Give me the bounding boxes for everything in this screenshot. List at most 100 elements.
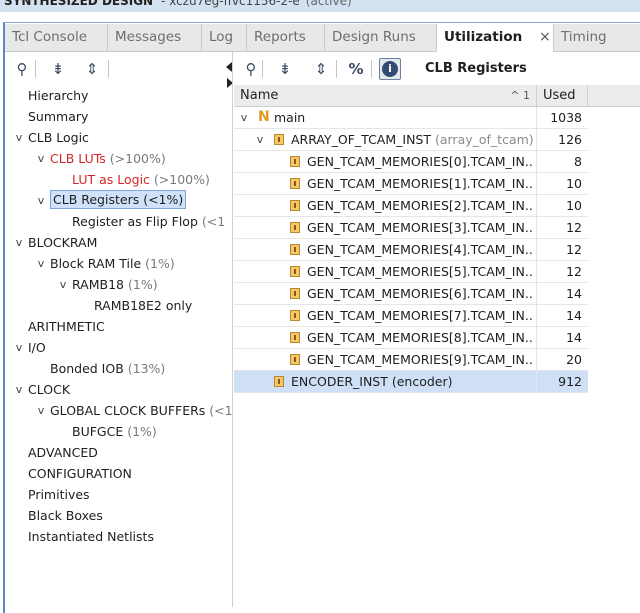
sort-ascending-icon: ^ 1 — [510, 89, 530, 102]
row-name: GEN_TCAM_MEMORIES[0].TCAM_IN... — [307, 154, 532, 169]
tree-item-lut-as-logic[interactable]: LUT as Logic (>100%) — [72, 170, 210, 189]
table-row[interactable]: v ARRAY_OF_TCAM_INST (array_of_tcam) 126 — [234, 129, 588, 151]
search-icon[interactable]: ⚲ — [11, 58, 33, 80]
tab-tcl-console[interactable]: Tcl Console — [5, 24, 108, 51]
table-row[interactable]: GEN_TCAM_MEMORIES[9].TCAM_IN... 20 — [234, 349, 588, 371]
expand-all-icon[interactable]: ⇕ — [81, 58, 103, 80]
info-button[interactable]: i — [379, 58, 401, 80]
expand-all-icon[interactable]: ⇕ — [310, 58, 332, 80]
row-used: 20 — [536, 349, 586, 370]
tree-item-bufgce[interactable]: BUFGCE (1%) — [72, 422, 157, 441]
instance-icon — [290, 244, 300, 255]
tree-item-bonded-iob[interactable]: Bonded IOB (13%) — [50, 359, 165, 378]
tree-item-ramb18e2-only[interactable]: RAMB18E2 only — [94, 296, 192, 315]
table-row[interactable]: GEN_TCAM_MEMORIES[1].TCAM_IN... 10 — [234, 173, 588, 195]
window-title: SYNTHESIZED DESIGN - xczu7eg-ffvc1156-2-e… — [4, 0, 352, 8]
tree-item-register-as-flip-flop[interactable]: Register as Flip Flop (<1 — [72, 212, 225, 231]
table-row[interactable]: GEN_TCAM_MEMORIES[5].TCAM_IN... 12 — [234, 261, 588, 283]
tree-item-clock[interactable]: v CLOCK — [13, 380, 232, 399]
chevron-down-icon[interactable]: v — [13, 128, 25, 147]
row-used: 10 — [536, 173, 586, 194]
percent-icon[interactable]: % — [345, 58, 367, 80]
chevron-down-icon[interactable]: v — [238, 107, 250, 128]
row-name: GEN_TCAM_MEMORIES[3].TCAM_IN... — [307, 220, 532, 235]
tab-reports[interactable]: Reports — [247, 24, 325, 51]
tree-item-io[interactable]: v I/O — [13, 338, 232, 357]
column-header-used[interactable]: Used — [537, 85, 588, 107]
chevron-down-icon[interactable]: v — [35, 254, 47, 273]
table-row[interactable]: GEN_TCAM_MEMORIES[7].TCAM_IN... 14 — [234, 305, 588, 327]
chevron-down-icon[interactable]: v — [13, 338, 25, 357]
chevron-down-icon[interactable]: v — [13, 233, 25, 252]
tab-timing[interactable]: Timing — [554, 24, 640, 51]
instance-icon — [290, 354, 300, 365]
tab-utilization[interactable]: Utilization × — [437, 24, 554, 52]
tree-item-hierarchy[interactable]: Hierarchy — [28, 86, 88, 105]
table-row[interactable]: GEN_TCAM_MEMORIES[3].TCAM_IN... 12 — [234, 217, 588, 239]
instance-icon — [290, 222, 300, 233]
chevron-down-icon[interactable]: v — [35, 401, 47, 420]
tree-item-clb-logic[interactable]: v CLB Logic — [13, 128, 232, 147]
table-row-selected[interactable]: ENCODER_INST (encoder) 912 — [234, 371, 588, 393]
row-name: GEN_TCAM_MEMORIES[8].TCAM_IN... — [307, 330, 532, 345]
tree-item-arithmetic[interactable]: ARITHMETIC — [28, 317, 105, 336]
tree-item-configuration[interactable]: CONFIGURATION — [28, 464, 132, 483]
tree-item-advanced[interactable]: ADVANCED — [28, 443, 98, 462]
chevron-down-icon[interactable]: v — [13, 380, 25, 399]
selected-tree-label[interactable]: CLB Registers (<1%) — [50, 190, 187, 209]
toolbar-separator — [262, 60, 263, 78]
percentage-label: (<1 — [201, 214, 226, 229]
collapse-all-icon[interactable]: ⇟ — [47, 58, 69, 80]
tab-messages[interactable]: Messages — [108, 24, 202, 51]
tree-item-primitives[interactable]: Primitives — [28, 485, 90, 504]
tree-item-block-ram-tile[interactable]: v Block RAM Tile (1%) — [35, 254, 232, 273]
column-header-empty — [588, 85, 640, 107]
row-used: 14 — [536, 305, 586, 326]
table-row[interactable]: GEN_TCAM_MEMORIES[8].TCAM_IN... 14 — [234, 327, 588, 349]
tree-item-ramb18[interactable]: v RAMB18 (1%) — [57, 275, 232, 294]
percentage-label: (<1% — [209, 403, 232, 418]
table-row[interactable]: GEN_TCAM_MEMORIES[4].TCAM_IN... 12 — [234, 239, 588, 261]
collapse-all-icon[interactable]: ⇟ — [274, 58, 296, 80]
toolbar-separator — [108, 60, 109, 78]
table-row[interactable]: v N main 1038 — [234, 107, 588, 129]
tree-item-blockram[interactable]: v BLOCKRAM — [13, 233, 232, 252]
tree-item-clb-registers[interactable]: v CLB Registers (<1%) — [35, 190, 232, 210]
design-status: (active) — [305, 0, 352, 8]
chevron-down-icon[interactable]: v — [35, 149, 47, 168]
chevron-down-icon[interactable]: v — [254, 129, 266, 150]
tree-item-global-clock-buffers[interactable]: v GLOBAL CLOCK BUFFERs (<1% — [35, 401, 232, 420]
pane-splitter[interactable] — [232, 52, 233, 607]
tree-item-instantiated-netlists[interactable]: Instantiated Netlists — [28, 527, 154, 546]
info-icon: i — [382, 61, 398, 77]
right-toolbar: ⚲ ⇟ ⇕ % i CLB Registers — [234, 52, 640, 84]
tree-item-clb-luts[interactable]: v CLB LUTs (>100%) — [35, 149, 232, 168]
row-name: GEN_TCAM_MEMORIES[7].TCAM_IN... — [307, 308, 532, 323]
percentage-label: (13%) — [127, 361, 166, 376]
row-used: 14 — [536, 283, 586, 304]
row-name: ARRAY_OF_TCAM_INST (array_of_tcam) — [291, 132, 534, 147]
close-icon[interactable]: × — [539, 24, 551, 51]
row-used: 14 — [536, 327, 586, 348]
tab-design-runs[interactable]: Design Runs — [325, 24, 437, 51]
tree-item-summary[interactable]: Summary — [28, 107, 88, 126]
top-module-icon: N — [258, 109, 270, 125]
row-used: 1038 — [536, 107, 586, 128]
percentage-label: (1%) — [145, 256, 175, 271]
tab-log[interactable]: Log — [202, 24, 247, 51]
left-toolbar: ⚲ ⇟ ⇕ — [5, 52, 232, 84]
instance-icon — [290, 332, 300, 343]
row-used: 10 — [536, 195, 586, 216]
row-name: GEN_TCAM_MEMORIES[1].TCAM_IN... — [307, 176, 532, 191]
table-row[interactable]: GEN_TCAM_MEMORIES[0].TCAM_IN... 8 — [234, 151, 588, 173]
chevron-down-icon[interactable]: v — [57, 275, 69, 294]
chevron-down-icon[interactable]: v — [35, 191, 47, 210]
panel-title: CLB Registers — [425, 61, 527, 76]
column-header-name[interactable]: Name ^ 1 — [234, 85, 537, 107]
tree-item-black-boxes[interactable]: Black Boxes — [28, 506, 103, 525]
table-row[interactable]: GEN_TCAM_MEMORIES[2].TCAM_IN... 10 — [234, 195, 588, 217]
search-icon[interactable]: ⚲ — [240, 58, 262, 80]
toolbar-separator — [371, 60, 372, 78]
table-row[interactable]: GEN_TCAM_MEMORIES[6].TCAM_IN... 14 — [234, 283, 588, 305]
row-used: 12 — [536, 261, 586, 282]
